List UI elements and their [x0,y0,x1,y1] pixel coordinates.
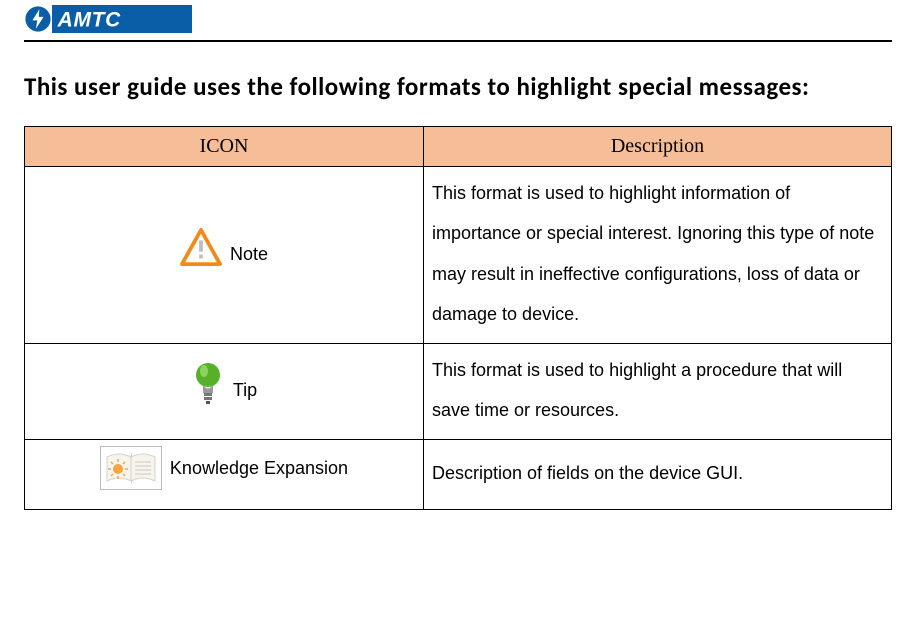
formats-table: ICON Description Note [24,126,892,511]
knowledge-expansion-icon [100,446,162,490]
table-row: Note This format is used to highlight in… [25,166,892,343]
brand-wordmark: AMTC [52,5,192,33]
svg-text:AMTC: AMTC [57,9,122,32]
header-logo-bar: AMTC [24,0,892,42]
col-header-description: Description [424,126,892,166]
knowledge-expansion-description: Description of fields on the device GUI. [424,439,892,510]
table-row: Tip This format is used to highlight a p… [25,343,892,439]
note-description: This format is used to highlight informa… [424,166,892,343]
note-label: Note [230,234,268,275]
col-header-icon: ICON [25,126,424,166]
brand-lightning-icon [24,5,52,33]
note-icon [180,228,222,281]
section-heading: This user guide uses the following forma… [24,60,892,114]
tip-label: Tip [233,370,257,411]
tip-description: This format is used to highlight a proce… [424,343,892,439]
table-row: Knowledge Expansion Description of field… [25,439,892,510]
tip-icon [191,360,225,421]
knowledge-expansion-label: Knowledge Expansion [170,448,348,489]
